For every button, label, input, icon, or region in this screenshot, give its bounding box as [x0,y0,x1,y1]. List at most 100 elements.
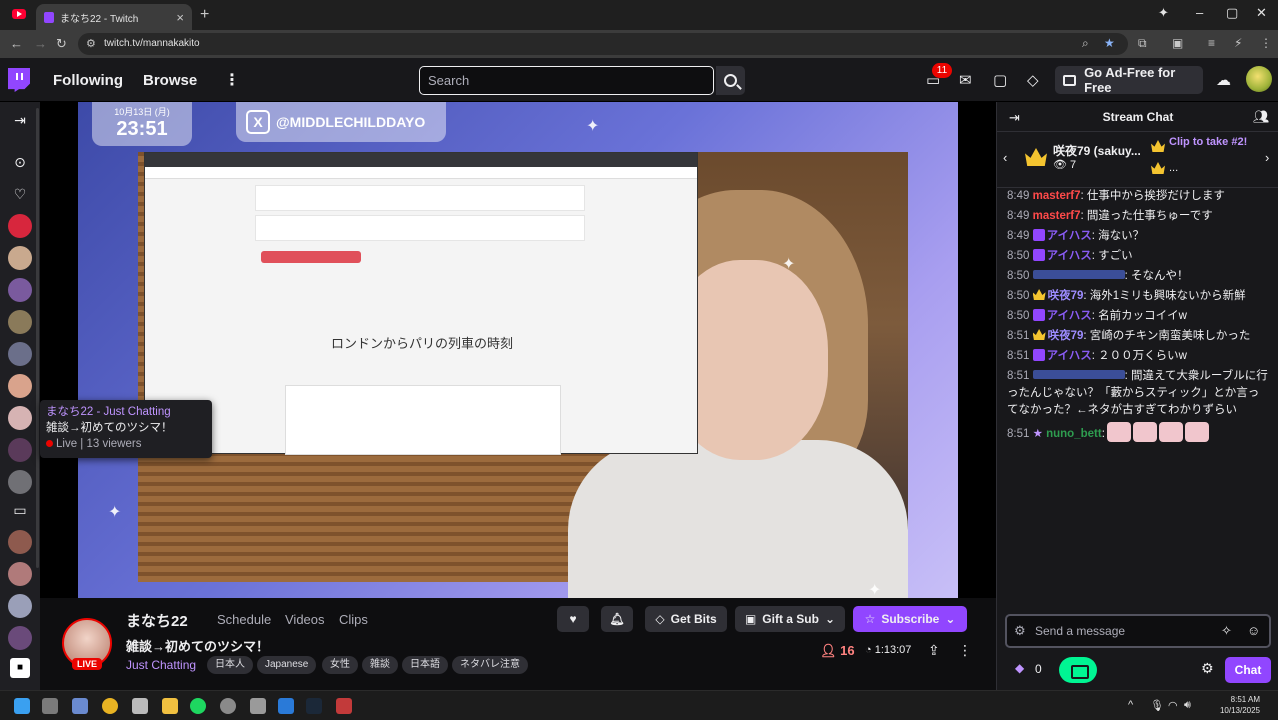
chat-input-box[interactable]: ⚙ ✧ ☺ [1005,614,1271,648]
followed-channel-avatar[interactable] [8,470,32,494]
followed-channel-avatar[interactable] [8,310,32,334]
camera-icon[interactable]: ▭ [10,500,30,520]
obs-icon[interactable] [220,698,236,714]
maximize-icon[interactable]: ▢ [1226,5,1238,21]
followed-channel-avatar[interactable] [8,562,32,586]
file-explorer-icon[interactable] [162,698,178,714]
extensions-icon[interactable]: ⧉ [1138,36,1147,51]
message-username[interactable] [1032,270,1125,279]
go-ad-free-button[interactable]: Go Ad-Free for Free [1055,65,1203,95]
twitch-logo-icon[interactable] [8,68,30,92]
app-icon[interactable] [250,698,266,714]
expand-sidebar-icon[interactable]: ⇥ [10,110,30,130]
tray-chevron-icon[interactable]: ^ [1128,699,1133,711]
site-info-icon[interactable]: ⚙ [86,37,96,50]
message-username[interactable]: nuno_bett [1046,428,1102,440]
recommended-icon[interactable]: ⊙ [10,152,30,172]
emote-picker-icon[interactable]: ☺ [1247,623,1260,638]
tab-clips[interactable]: Clips [339,612,368,627]
tag-pill[interactable]: 日本人 [207,656,253,674]
address-bar[interactable]: ⚙ twitch.tv/mannakakito [78,33,1128,55]
back-icon[interactable]: ← [10,36,23,51]
followed-channel-avatar[interactable] [8,342,32,366]
followed-channel-avatar[interactable] [8,278,32,302]
followed-channel-avatar[interactable] [8,214,32,238]
message-username[interactable]: 咲夜79 [1048,330,1084,342]
stop-square-icon[interactable]: ■ [10,658,30,678]
followed-channel-avatar[interactable] [8,246,32,270]
sidepanel-icon[interactable]: ▣ [1172,36,1183,50]
message-username[interactable] [1032,370,1125,379]
tag-pill[interactable]: 雑談 [362,656,398,674]
capcut-icon[interactable] [132,698,148,714]
steam-icon[interactable] [306,698,322,714]
message-username[interactable]: アイハス [1047,250,1092,262]
performance-icon[interactable]: ⚡ [1234,36,1242,50]
chevron-left-icon[interactable]: ‹ [1003,150,1007,165]
chat-settings-icon[interactable]: ⚙ [1201,660,1214,677]
bits-crown-icon[interactable]: ◇ [1027,71,1039,89]
nav-following[interactable]: Following [53,72,123,89]
spotify-icon[interactable] [190,698,206,714]
follow-heart-button[interactable]: ♥ [557,606,589,632]
tag-pill[interactable]: 日本語 [402,656,448,674]
message-username[interactable]: masterf7 [1033,190,1081,202]
emote-image[interactable] [1106,422,1131,442]
chat-input[interactable] [1035,616,1215,646]
tab-schedule[interactable]: Schedule [217,612,271,627]
wifi-icon[interactable]: ◠ [1168,699,1178,712]
bookmark-star-icon[interactable]: ★ [1104,36,1115,50]
search-taskbar-icon[interactable] [42,698,58,714]
message-username[interactable]: masterf7 [1033,210,1081,222]
message-username[interactable]: 咲夜79 [1048,290,1084,302]
gift-sub-button[interactable]: ▣ Gift a Sub ⌄ [735,606,845,632]
close-tab-icon[interactable]: × [176,10,184,25]
video-player[interactable]: ロンドンからパリの列車の時刻 10月13日 (月) 23:51 X @MIDDL… [40,102,996,598]
system-clock[interactable]: 8:51 AM 10/13/2025 [1200,694,1260,716]
whispers-icon[interactable]: ✉ [959,71,972,89]
tag-pill[interactable]: ネタバレ注意 [452,656,528,674]
tab-videos[interactable]: Videos [285,612,325,627]
prime-loot-icon[interactable]: ☁ [1216,71,1231,89]
followed-channel-avatar[interactable] [8,594,32,618]
minimize-icon[interactable]: – [1196,5,1203,20]
category-link[interactable]: Just Chatting [126,658,196,672]
followed-channel-avatar[interactable] [8,406,32,430]
followed-channel-avatar[interactable] [8,438,32,462]
channel-name[interactable]: まなち22 [126,610,188,631]
message-username[interactable]: アイハス [1047,310,1092,322]
nav-browse[interactable]: Browse [143,72,197,89]
sidebar-scrollbar[interactable] [36,108,39,568]
close-window-icon[interactable]: ✕ [1256,5,1267,21]
tag-pill[interactable]: 女性 [322,656,358,674]
emote-image[interactable] [1158,422,1183,442]
task-view-icon[interactable] [72,698,88,714]
search-input[interactable] [420,67,713,94]
followed-channel-avatar[interactable] [8,530,32,554]
leaderboard-user[interactable]: 咲夜79 (sakuy... [1053,142,1141,159]
followed-heart-icon[interactable]: ♡ [10,184,30,204]
user-avatar[interactable] [1246,66,1272,92]
microphone-icon[interactable]: 🎙︎ [1150,699,1164,712]
tab-search-icon[interactable]: ≡ [1208,36,1215,50]
new-tab-icon[interactable]: + [200,6,209,24]
followed-channel-avatar[interactable] [8,626,32,650]
search-field[interactable] [419,66,714,95]
subscribe-button[interactable]: ☆ Subscribe ⌄ [853,606,967,632]
community-icon[interactable]: 👥︎ [1253,109,1270,125]
bits-cheer-icon[interactable]: ✧ [1221,623,1232,639]
more-options-icon[interactable]: ⋮ [958,642,972,659]
notifications-bell-button[interactable]: 🔔︎ [601,606,633,632]
emote-image[interactable] [1184,422,1209,442]
get-bits-button[interactable]: ◇ Get Bits [645,606,727,632]
reload-icon[interactable]: ↻ [56,36,67,52]
clip-prompt[interactable]: Clip to take #2! [1169,136,1259,148]
zoom-icon[interactable]: ⌕ [1082,36,1089,51]
app-icon[interactable] [278,698,294,714]
chrome-icon[interactable] [102,698,118,714]
claim-points-button[interactable] [1059,657,1097,683]
more-menu-icon[interactable]: ⋮ [224,70,240,90]
profile-menu-icon[interactable]: ✦ [1158,5,1169,21]
forward-icon[interactable]: → [34,36,47,51]
chat-send-button[interactable]: Chat [1225,657,1271,683]
